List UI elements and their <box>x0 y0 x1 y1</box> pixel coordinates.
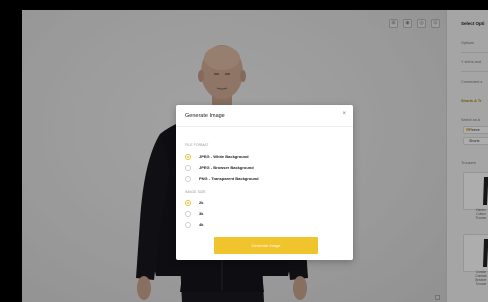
option-size-2k[interactable]: 2k <box>185 199 203 206</box>
option-size-4k[interactable]: 4k <box>185 221 203 228</box>
dialog-header: Generate Image × <box>176 105 353 127</box>
option-jpeg-browser[interactable]: JPEG - Browser Background <box>185 164 254 171</box>
radio[interactable] <box>185 175 191 182</box>
radio-selected[interactable] <box>185 153 191 160</box>
app-window: ⊞ ◉ ◎ ⊡ Select Opti Options Y shirts and… <box>22 10 488 302</box>
image-size-label: IMAGE SIZE <box>185 190 206 194</box>
close-icon[interactable]: × <box>342 111 346 117</box>
option-jpeg-white[interactable]: JPEG - White Background <box>185 153 249 160</box>
radio[interactable] <box>185 210 191 217</box>
option-png-transparent[interactable]: PNG - Transparent Background <box>185 175 259 182</box>
radio[interactable] <box>185 164 191 171</box>
option-label: PNG - Transparent Background <box>199 176 259 181</box>
option-label: 2k <box>199 200 204 205</box>
file-format-label: FILE FORMAT <box>185 143 209 147</box>
option-size-3k[interactable]: 3k <box>185 210 203 217</box>
option-label: JPEG - White Background <box>199 154 249 159</box>
option-label: JPEG - Browser Background <box>199 165 254 170</box>
radio-selected[interactable] <box>185 199 191 206</box>
option-label: 3k <box>199 211 204 216</box>
generate-image-dialog: Generate Image × FILE FORMAT JPEG - Whit… <box>176 105 353 260</box>
generate-image-button[interactable]: Generate Image <box>214 237 318 254</box>
radio[interactable] <box>185 221 191 228</box>
option-label: 4k <box>199 222 204 227</box>
dialog-title: Generate Image <box>185 113 225 119</box>
